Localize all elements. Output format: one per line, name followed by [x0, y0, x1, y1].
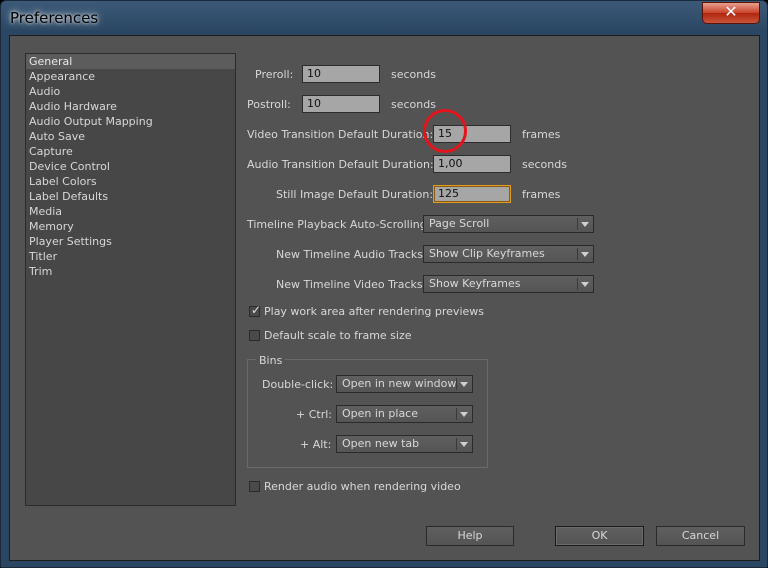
video-tracks-dropdown[interactable]: Show Keyframes: [423, 275, 594, 293]
dropdown-separator: [456, 408, 457, 420]
ctrl-dropdown[interactable]: Open in place: [336, 405, 473, 423]
still-image-label: Still Image Default Duration:: [276, 188, 434, 201]
title-bar[interactable]: Preferences ✕: [1, 1, 767, 35]
double-click-value: Open in new window: [342, 377, 457, 390]
close-icon: ✕: [724, 2, 738, 21]
sidebar-item-audio-hardware[interactable]: Audio Hardware: [26, 99, 235, 114]
sidebar-item-media[interactable]: Media: [26, 204, 235, 219]
dialog-content: General Appearance Audio Audio Hardware …: [9, 35, 760, 561]
still-image-input[interactable]: 125: [433, 185, 511, 203]
dropdown-separator: [577, 278, 578, 290]
preferences-window: Preferences ✕ General Appearance Audio A…: [0, 0, 768, 568]
sidebar-item-label-colors[interactable]: Label Colors: [26, 174, 235, 189]
dropdown-separator: [456, 438, 457, 450]
chevron-down-icon: [460, 382, 468, 387]
sidebar-item-player-settings[interactable]: Player Settings: [26, 234, 235, 249]
double-click-dropdown[interactable]: Open in new window: [336, 375, 473, 393]
chevron-down-icon: [581, 282, 589, 287]
chevron-down-icon: [581, 222, 589, 227]
highlight-circle-annotation: [423, 109, 467, 153]
render-audio-label[interactable]: Render audio when rendering video: [264, 480, 461, 493]
timeline-autoscroll-value: Page Scroll: [429, 217, 490, 230]
preroll-label: Preroll:: [255, 68, 294, 81]
timeline-autoscroll-dropdown[interactable]: Page Scroll: [423, 215, 594, 233]
video-tracks-label: New Timeline Video Tracks:: [276, 278, 427, 291]
ok-button[interactable]: OK: [555, 526, 644, 546]
timeline-autoscroll-label: Timeline Playback Auto-Scrolling:: [247, 218, 431, 231]
play-work-area-label[interactable]: Play work area after rendering previews: [264, 305, 484, 318]
audio-tracks-value: Show Clip Keyframes: [429, 247, 545, 260]
alt-value: Open new tab: [342, 437, 420, 450]
sidebar-item-label-defaults[interactable]: Label Defaults: [26, 189, 235, 204]
sidebar-item-general[interactable]: General: [26, 54, 235, 69]
bins-group-title: Bins: [256, 354, 286, 367]
dropdown-separator: [456, 378, 457, 390]
default-scale-label[interactable]: Default scale to frame size: [264, 329, 412, 342]
default-scale-checkbox[interactable]: [249, 330, 260, 341]
alt-label: + Alt:: [300, 438, 332, 451]
video-transition-unit: frames: [522, 128, 561, 141]
audio-transition-input[interactable]: 1,00: [433, 155, 511, 173]
preroll-unit: seconds: [391, 68, 436, 81]
audio-transition-label: Audio Transition Default Duration:: [247, 158, 434, 171]
chevron-down-icon: [581, 252, 589, 257]
ctrl-label: + Ctrl:: [296, 408, 332, 421]
double-click-label: Double-click:: [262, 378, 334, 391]
check-icon: ✓: [251, 303, 262, 317]
alt-dropdown[interactable]: Open new tab: [336, 435, 473, 453]
sidebar-item-titler[interactable]: Titler: [26, 249, 235, 264]
video-tracks-value: Show Keyframes: [429, 277, 521, 290]
chevron-down-icon: [460, 442, 468, 447]
help-button[interactable]: Help: [426, 526, 514, 546]
window-title: Preferences: [10, 9, 99, 27]
postroll-unit: seconds: [391, 98, 436, 111]
preroll-input[interactable]: 10: [302, 65, 380, 83]
sidebar-item-audio-output-mapping[interactable]: Audio Output Mapping: [26, 114, 235, 129]
sidebar-item-capture[interactable]: Capture: [26, 144, 235, 159]
audio-transition-unit: seconds: [522, 158, 567, 171]
close-button[interactable]: ✕: [702, 2, 760, 24]
postroll-label: Postroll:: [247, 98, 291, 111]
audio-tracks-dropdown[interactable]: Show Clip Keyframes: [423, 245, 594, 263]
dropdown-separator: [577, 218, 578, 230]
sidebar-item-auto-save[interactable]: Auto Save: [26, 129, 235, 144]
sidebar-item-appearance[interactable]: Appearance: [26, 69, 235, 84]
play-work-area-checkbox[interactable]: ✓: [249, 303, 262, 317]
audio-tracks-label: New Timeline Audio Tracks:: [276, 248, 427, 261]
postroll-input[interactable]: 10: [302, 95, 380, 113]
still-image-unit: frames: [522, 188, 561, 201]
chevron-down-icon: [460, 412, 468, 417]
sidebar-item-trim[interactable]: Trim: [26, 264, 235, 279]
cancel-button[interactable]: Cancel: [656, 526, 745, 546]
dropdown-separator: [577, 248, 578, 260]
video-transition-label: Video Transition Default Duration:: [247, 128, 434, 141]
sidebar-item-memory[interactable]: Memory: [26, 219, 235, 234]
category-list: General Appearance Audio Audio Hardware …: [25, 53, 236, 506]
sidebar-item-device-control[interactable]: Device Control: [26, 159, 235, 174]
render-audio-checkbox[interactable]: [249, 481, 260, 492]
sidebar-item-audio[interactable]: Audio: [26, 84, 235, 99]
ctrl-value: Open in place: [342, 407, 418, 420]
